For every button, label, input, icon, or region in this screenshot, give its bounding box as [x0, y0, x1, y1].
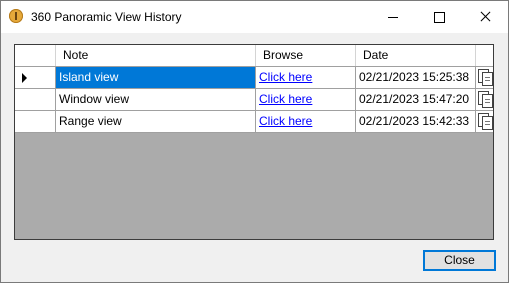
column-header-copy — [476, 45, 493, 66]
row-header-column — [15, 45, 56, 66]
close-icon[interactable] — [462, 1, 508, 33]
minimize-icon[interactable] — [370, 1, 416, 33]
date-cell: 02/21/2023 15:25:38 — [356, 67, 476, 88]
browse-link[interactable]: Click here — [259, 70, 312, 84]
note-cell[interactable]: Range view — [56, 111, 256, 132]
app-logo-icon — [9, 9, 23, 23]
column-header-note[interactable]: Note — [56, 45, 256, 66]
browse-link[interactable]: Click here — [259, 92, 312, 106]
row-header[interactable] — [15, 67, 56, 88]
date-cell: 02/21/2023 15:47:20 — [356, 89, 476, 110]
maximize-icon[interactable] — [416, 1, 462, 33]
grid-header: Note Browse Date — [15, 45, 493, 67]
browse-cell[interactable]: Click here — [256, 67, 356, 88]
table-row[interactable]: Window view Click here 02/21/2023 15:47:… — [15, 89, 493, 111]
row-header[interactable] — [15, 111, 56, 132]
column-header-date[interactable]: Date — [356, 45, 476, 66]
close-button[interactable]: Close — [423, 250, 496, 271]
copy-cell[interactable] — [476, 89, 493, 110]
copy-icon[interactable] — [478, 69, 493, 86]
current-row-icon — [22, 73, 27, 83]
note-cell[interactable]: Island view — [56, 67, 256, 88]
copy-cell[interactable] — [476, 111, 493, 132]
column-header-browse[interactable]: Browse — [256, 45, 356, 66]
copy-icon[interactable] — [478, 113, 493, 130]
history-grid[interactable]: Note Browse Date Island view Click here … — [14, 44, 494, 240]
copy-cell[interactable] — [476, 67, 493, 88]
copy-icon[interactable] — [478, 91, 493, 108]
window-title: 360 Panoramic View History — [31, 10, 182, 24]
browse-cell[interactable]: Click here — [256, 111, 356, 132]
table-row[interactable]: Island view Click here 02/21/2023 15:25:… — [15, 67, 493, 89]
browse-link[interactable]: Click here — [259, 114, 312, 128]
note-cell[interactable]: Window view — [56, 89, 256, 110]
browse-cell[interactable]: Click here — [256, 89, 356, 110]
title-bar[interactable]: 360 Panoramic View History — [1, 1, 508, 33]
table-row[interactable]: Range view Click here 02/21/2023 15:42:3… — [15, 111, 493, 133]
dialog-window: 360 Panoramic View History Note Browse D… — [0, 0, 509, 283]
row-header[interactable] — [15, 89, 56, 110]
date-cell: 02/21/2023 15:42:33 — [356, 111, 476, 132]
